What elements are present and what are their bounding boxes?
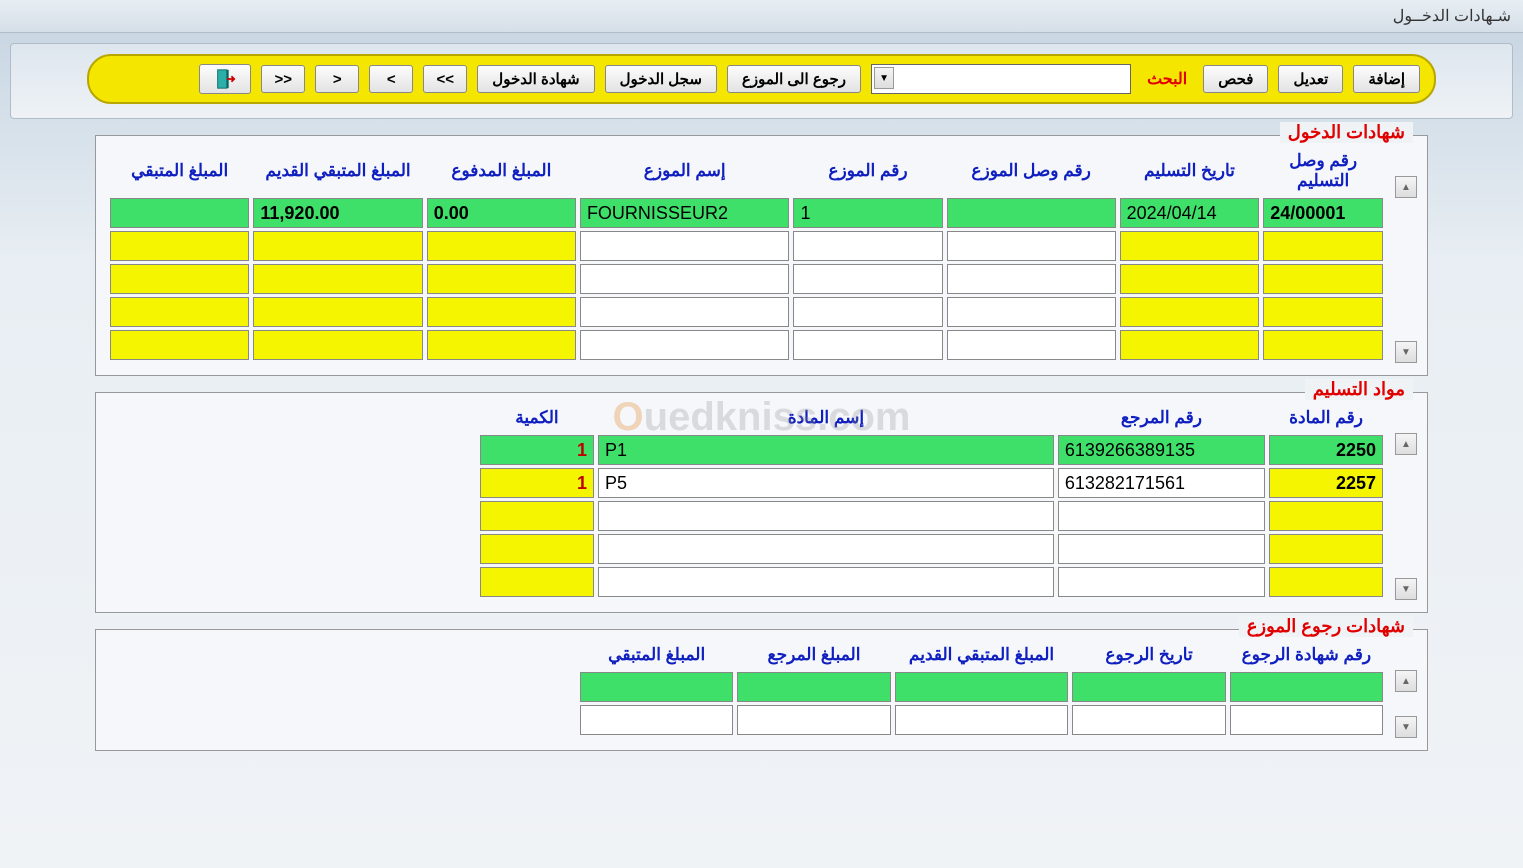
cell[interactable]: 2024/04/14 — [1120, 198, 1260, 228]
add-button[interactable]: إضافة — [1353, 65, 1420, 93]
cell[interactable]: P5 — [598, 468, 1054, 498]
scrollbar[interactable]: ▲ ▼ — [1393, 638, 1417, 738]
col-header: المبلغ المتبقي — [580, 641, 733, 669]
table-row[interactable] — [110, 231, 1383, 261]
table-row[interactable]: 2250 6139266389135 P1 1 — [480, 435, 1383, 465]
entry-cert-button[interactable]: شهادة الدخول — [477, 65, 594, 93]
door-exit-icon — [214, 68, 236, 90]
table-row[interactable]: 2257 613282171561 P5 1 — [480, 468, 1383, 498]
dropdown-arrow-icon[interactable]: ▼ — [874, 67, 894, 89]
scrollbar[interactable]: ▲ ▼ — [1393, 401, 1417, 600]
cell[interactable]: 2250 — [1269, 435, 1383, 465]
col-header: رقم المرجع — [1058, 404, 1265, 432]
edit-button[interactable]: تعديل — [1278, 65, 1343, 93]
content-area: شهادات الدخول رقم وصل التسليم تاريخ التس… — [0, 135, 1523, 761]
cell[interactable]: 0.00 — [427, 198, 576, 228]
col-header: رقم المادة — [1269, 404, 1383, 432]
table-row[interactable] — [580, 672, 1383, 702]
search-combo[interactable]: ▼ — [871, 64, 1131, 94]
entry-log-button[interactable]: سجل الدخول — [605, 65, 717, 93]
return-supplier-button[interactable]: رجوع الى الموزع — [727, 65, 861, 93]
table-row[interactable] — [480, 534, 1383, 564]
scrollbar[interactable]: ▲ ▼ — [1393, 144, 1417, 363]
col-header: تاريخ التسليم — [1120, 147, 1260, 195]
cell[interactable]: 24/00001 — [1263, 198, 1383, 228]
scroll-down-icon[interactable]: ▼ — [1395, 341, 1417, 363]
cell[interactable]: 1 — [480, 468, 594, 498]
entry-certs-table: رقم وصل التسليم تاريخ التسليم رقم وصل ال… — [106, 144, 1387, 363]
table-row[interactable] — [110, 330, 1383, 360]
col-header: المبلغ المرجع — [737, 641, 890, 669]
exit-button[interactable] — [199, 64, 251, 94]
col-header: رقم وصل الموزع — [947, 147, 1116, 195]
nav-first-button[interactable]: << — [423, 65, 467, 93]
col-header: رقم الموزع — [793, 147, 942, 195]
scroll-down-icon[interactable]: ▼ — [1395, 578, 1417, 600]
table-row[interactable] — [480, 501, 1383, 531]
scroll-up-icon[interactable]: ▲ — [1395, 670, 1417, 692]
col-header: المبلغ المدفوع — [427, 147, 576, 195]
col-header: تاريخ الرجوع — [1072, 641, 1225, 669]
cell[interactable]: 613282171561 — [1058, 468, 1265, 498]
nav-prev-button[interactable]: < — [369, 65, 413, 93]
table-row[interactable] — [580, 705, 1383, 735]
col-header: الكمية — [480, 404, 594, 432]
toolbar-frame: إضافة تعديل فحص البحث ▼ رجوع الى الموزع … — [10, 43, 1513, 119]
cell[interactable]: FOURNISSEUR2 — [580, 198, 790, 228]
check-button[interactable]: فحص — [1203, 65, 1268, 93]
entry-certs-panel: شهادات الدخول رقم وصل التسليم تاريخ التس… — [95, 135, 1428, 376]
supplier-return-table: رقم شهادة الرجوع تاريخ الرجوع المبلغ الم… — [576, 638, 1387, 738]
supplier-return-panel: شهادات رجوع الموزع رقم شهادة الرجوع تاري… — [95, 629, 1428, 751]
col-header: المبلغ المتبقي — [110, 147, 249, 195]
col-header: إسم الموزع — [580, 147, 790, 195]
nav-last-button[interactable]: >> — [261, 65, 305, 93]
scroll-up-icon[interactable]: ▲ — [1395, 176, 1417, 198]
cell[interactable]: 11,920.00 — [253, 198, 422, 228]
col-header: المبلغ المتبقي القديم — [253, 147, 422, 195]
delivery-items-panel: مواد التسليم رقم المادة رقم المرجع إسم ا… — [95, 392, 1428, 613]
panel-title: شهادات رجوع الموزع — [1239, 616, 1413, 637]
main-toolbar: إضافة تعديل فحص البحث ▼ رجوع الى الموزع … — [87, 54, 1436, 104]
col-header: رقم وصل التسليم — [1263, 147, 1383, 195]
delivery-items-table: رقم المادة رقم المرجع إسم المادة الكمية … — [476, 401, 1387, 600]
col-header: رقم شهادة الرجوع — [1230, 641, 1383, 669]
cell[interactable] — [947, 198, 1116, 228]
col-header: المبلغ المتبقي القديم — [895, 641, 1069, 669]
table-row[interactable] — [110, 297, 1383, 327]
cell[interactable]: 1 — [793, 198, 942, 228]
nav-next-button[interactable]: > — [315, 65, 359, 93]
search-label: البحث — [1141, 69, 1193, 89]
table-row[interactable] — [480, 567, 1383, 597]
window-title: شـهادات الدخــول — [0, 0, 1523, 33]
table-row[interactable]: 24/00001 2024/04/14 1 FOURNISSEUR2 0.00 … — [110, 198, 1383, 228]
cell[interactable]: 2257 — [1269, 468, 1383, 498]
table-row[interactable] — [110, 264, 1383, 294]
cell[interactable]: 6139266389135 — [1058, 435, 1265, 465]
col-header: إسم المادة — [598, 404, 1054, 432]
search-input[interactable] — [898, 67, 1126, 89]
cell[interactable] — [110, 198, 249, 228]
panel-title: مواد التسليم — [1305, 379, 1413, 400]
panel-title: شهادات الدخول — [1280, 122, 1413, 143]
scroll-down-icon[interactable]: ▼ — [1395, 716, 1417, 738]
cell[interactable]: 1 — [480, 435, 594, 465]
cell[interactable]: P1 — [598, 435, 1054, 465]
scroll-up-icon[interactable]: ▲ — [1395, 433, 1417, 455]
